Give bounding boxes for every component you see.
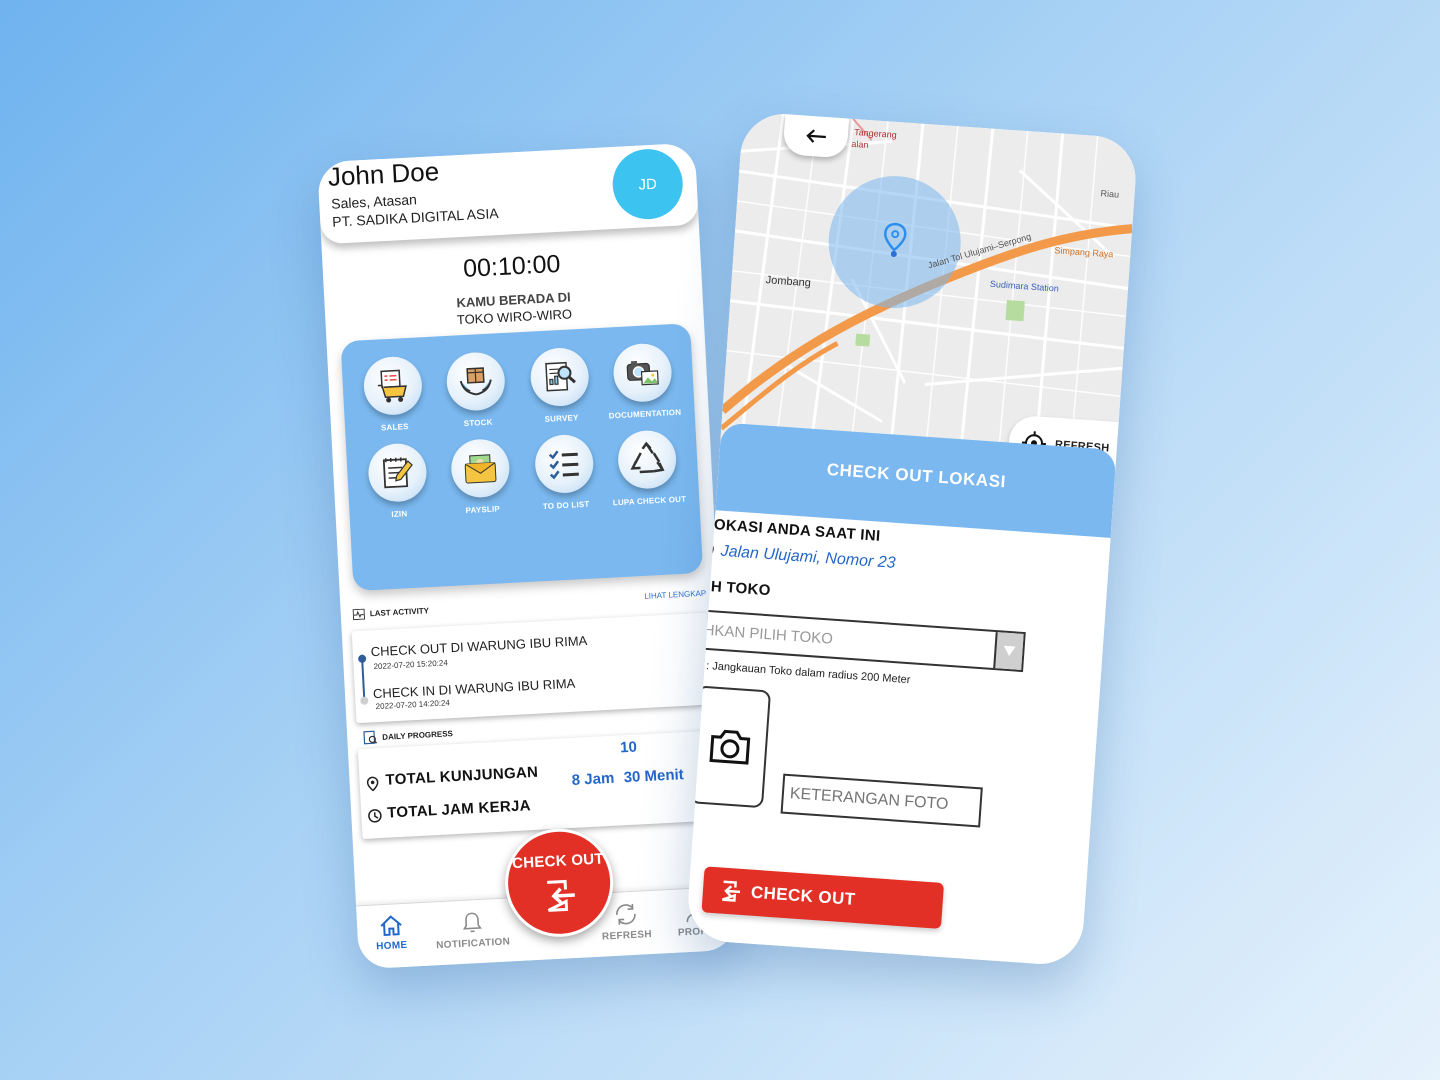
survey-magnifier-icon: [528, 346, 590, 408]
photo-upload-button[interactable]: [689, 685, 772, 809]
bell-icon: [462, 912, 482, 933]
activity-list: CHECK OUT DI WARUNG IBU RIMA 2022-07-20 …: [351, 612, 713, 724]
menu-sales[interactable]: SALES: [349, 355, 436, 434]
menu-survey[interactable]: SURVEY: [516, 346, 603, 425]
total-visits-value: 10: [619, 738, 638, 757]
total-hours-value: 8 Jam: [571, 769, 615, 789]
menu-todo[interactable]: TO DO LIST: [521, 433, 608, 512]
nav-label: REFRESH: [601, 928, 653, 943]
activity-title[interactable]: CHECK IN DI WARUNG IBU RIMA: [373, 676, 576, 702]
exit-door-icon: [547, 879, 575, 912]
checkout-form: LOKASI ANDA SAAT INI Jalan Ulujami, Nomo…: [685, 510, 1111, 967]
clock-icon: [368, 809, 382, 823]
menu-stock[interactable]: STOCK: [433, 350, 520, 429]
home-screen: John Doe Sales, Atasan PT. SADIKA DIGITA…: [317, 142, 737, 970]
photo-caption-input[interactable]: [780, 773, 983, 828]
checkout-screen: Jalan Tol Ulujami–Serpong Jombang Sudima…: [685, 111, 1139, 967]
see-all-link[interactable]: LIHAT LENGKAP: [644, 589, 706, 601]
checkout-fab-label: CHECK OUT: [511, 849, 605, 872]
nav-label: HOME: [375, 939, 408, 953]
camera-icon: [709, 729, 751, 765]
current-location-value: Jalan Ulujami, Nomor 23: [720, 542, 897, 572]
recycle-icon: [616, 429, 678, 491]
daily-progress-title: DAILY PROGRESS: [363, 726, 453, 745]
notepad-pencil-icon: [366, 442, 428, 504]
menu-label: PAYSLIP: [465, 504, 501, 516]
total-visits-label: TOTAL KUNJUNGAN: [385, 763, 539, 789]
last-activity-title: LAST ACTIVITY: [352, 605, 430, 621]
map-view[interactable]: Jalan Tol Ulujami–Serpong Jombang Sudima…: [719, 111, 1139, 478]
avatar[interactable]: JD: [610, 147, 685, 221]
activity-icon: [352, 608, 366, 621]
progress-icon: [363, 730, 378, 745]
camera-photo-icon: [612, 342, 674, 404]
sheet-title: CHECK OUT LOKASI: [826, 459, 1007, 492]
total-hours-label: TOTAL JAM KERJA: [386, 797, 532, 822]
menu-label: IZIN: [391, 509, 408, 520]
total-minutes-value: 30 Menit: [623, 766, 685, 787]
daily-progress-box: TOTAL KUNJUNGAN 10 TOTAL JAM KERJA 8 Jam…: [357, 730, 719, 839]
timeline-dot: [357, 654, 367, 663]
box-hands-icon: [445, 350, 507, 412]
menu-label: TO DO LIST: [542, 499, 590, 512]
nav-home[interactable]: HOME: [375, 914, 408, 953]
activity-title[interactable]: CHECK OUT DI WARUNG IBU RIMA: [370, 633, 587, 659]
home-icon: [380, 915, 402, 937]
menu-forgot-checkout[interactable]: LUPA CHECK OUT: [604, 428, 691, 507]
menu-panel: SALES STOCK SURVEY DOCUMENTATION IZIN PA…: [340, 323, 704, 592]
chevron-down-icon: [993, 632, 1024, 670]
map-place-label: alan: [851, 139, 869, 150]
timeline-dot: [360, 696, 369, 705]
map-place-label: Riau: [1100, 188, 1119, 199]
current-location-label: LOKASI ANDA SAAT INI: [703, 515, 881, 545]
activity-time: 2022-07-20 15:20:24: [373, 658, 449, 672]
menu-label: STOCK: [463, 417, 493, 429]
arrow-left-icon: [806, 129, 826, 143]
checklist-icon: [533, 433, 595, 495]
menu-izin[interactable]: IZIN: [354, 442, 441, 521]
daily-progress-label: DAILY PROGRESS: [382, 728, 454, 742]
last-activity-label: LAST ACTIVITY: [369, 606, 430, 619]
nav-notification[interactable]: NOTIFICATION: [435, 908, 511, 952]
nav-label: NOTIFICATION: [435, 936, 511, 952]
store-select-placeholder: SILAHKAN PILIH TOKO: [685, 619, 834, 648]
profile-header: John Doe Sales, Atasan PT. SADIKA DIGITA…: [317, 142, 699, 245]
menu-documentation[interactable]: DOCUMENTATION: [600, 342, 687, 421]
refresh-icon: [616, 903, 636, 925]
envelope-money-icon: [450, 437, 512, 499]
menu-label: LUPA CHECK OUT: [612, 494, 687, 508]
exit-door-icon: [721, 880, 741, 902]
user-role: Sales, Atasan: [330, 191, 418, 212]
shopping-cart-icon: [362, 355, 424, 417]
menu-label: SALES: [380, 422, 409, 433]
menu-label: SURVEY: [544, 413, 579, 424]
work-timer: 00:10:00: [462, 249, 562, 283]
menu-label: DOCUMENTATION: [608, 407, 682, 421]
checkout-button-label: CHECK OUT: [750, 882, 857, 909]
location-pin-icon: [366, 776, 379, 792]
checkout-button[interactable]: CHECK OUT: [701, 866, 945, 929]
nav-refresh[interactable]: REFRESH: [600, 901, 652, 943]
user-name: John Doe: [327, 156, 440, 192]
menu-payslip[interactable]: PAYSLIP: [437, 437, 524, 516]
